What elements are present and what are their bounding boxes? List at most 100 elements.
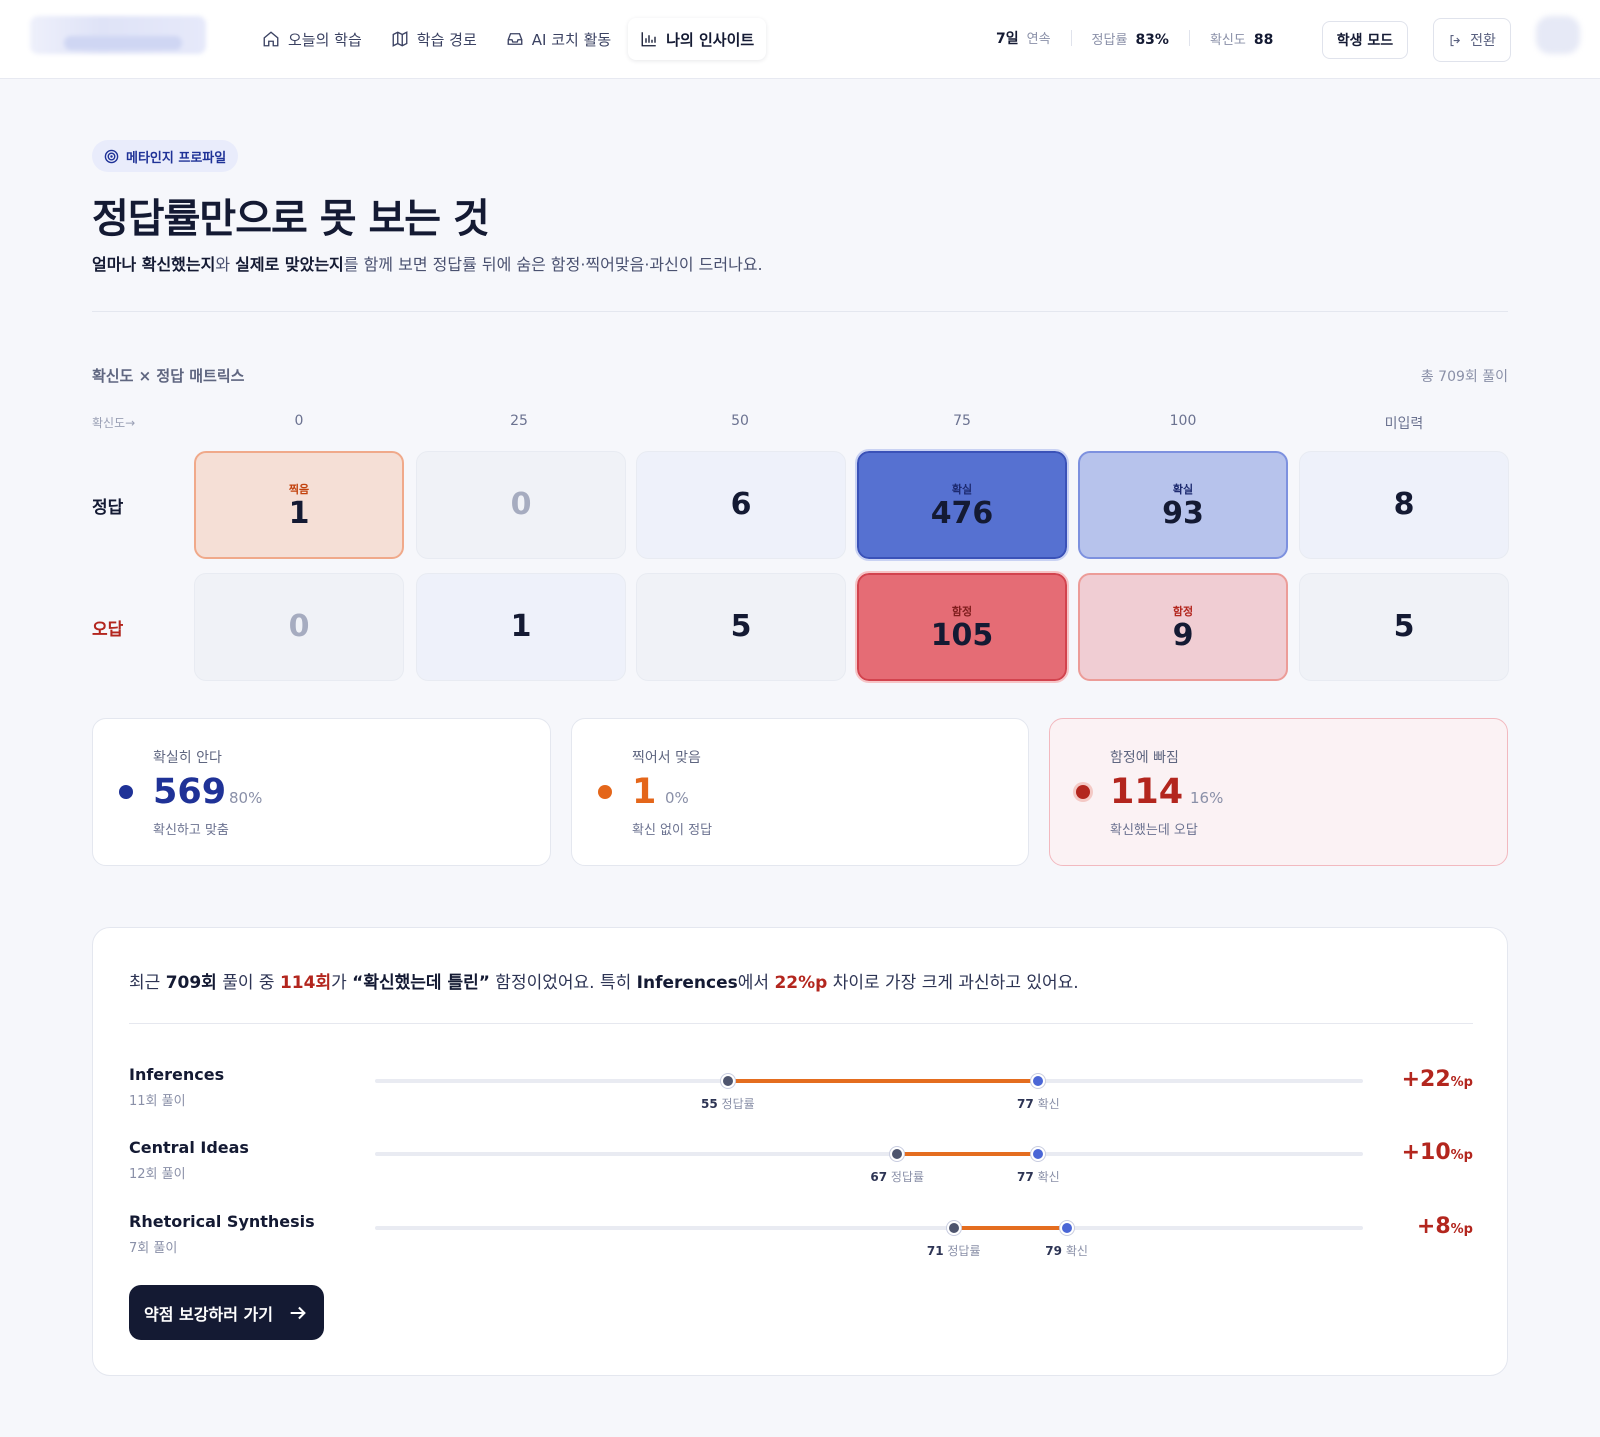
confidence-point (1031, 1147, 1046, 1161)
section-chip: 메타인지 프로파일 (92, 140, 239, 172)
switch-button[interactable]: 전환 (1433, 18, 1511, 62)
matrix-cell[interactable]: 0 (416, 451, 626, 559)
confidence-point-label: 79 확신 (1045, 1242, 1088, 1259)
confidence-value: 77 (1017, 1097, 1034, 1111)
accuracy-point (946, 1221, 961, 1235)
nav-item-label: AI 코치 활동 (531, 30, 612, 49)
summary-description: 확신하고 맞춤 (153, 823, 229, 838)
nav-item-label: 나의 인사이트 (666, 30, 755, 49)
accuracy-point-label: 55 정답률 (701, 1095, 755, 1112)
matrix-cell[interactable]: 확실 476 (855, 449, 1069, 561)
accuracy-unit: 정답률 (721, 1097, 755, 1111)
range-track (375, 1226, 1363, 1230)
summary-card-confident-correct: 확실히 안다 569 80% 확신하고 맞춤 (92, 718, 551, 866)
student-mode-button[interactable]: 학생 모드 (1322, 21, 1408, 59)
lead-emphasis: 709회 (165, 973, 217, 993)
gap-unit: %p (1450, 1222, 1473, 1237)
domain-name: Inferences (129, 1065, 225, 1084)
insight-panel: 최근 709회 풀이 중 114회가 “확신했는데 틀린” 함정이었어요. 특히… (92, 927, 1508, 1376)
matrix-column-header: 25 (510, 413, 528, 429)
lead-emphasis: “확신했는데 틀린” (352, 973, 490, 993)
cell-tag: 함정 (1172, 605, 1194, 618)
matrix-cell[interactable]: 6 (636, 451, 846, 559)
inbox-icon (507, 33, 523, 45)
accuracy-label: 정답률 (1091, 32, 1128, 48)
nav-item-coach[interactable]: AI 코치 활동 (494, 18, 623, 60)
matrix-cell[interactable]: 1 (416, 573, 626, 681)
header-stats: 7일 연속 정답률 83% 확신도 88 (996, 28, 1273, 48)
page-title: 정답률만으로 못 보는 것 (92, 196, 490, 242)
summary-percent: 0% (665, 789, 689, 807)
domain-name: Central Ideas (129, 1138, 249, 1157)
divider (1188, 30, 1190, 46)
summary-value: 114 (1110, 772, 1184, 812)
range-track (375, 1152, 1363, 1156)
matrix-total: 총 709회 풀이 (1420, 369, 1508, 385)
matrix-cell[interactable]: 5 (636, 573, 846, 681)
gap-value: +8%p (1417, 1214, 1473, 1239)
lead-text: 최근 (129, 973, 166, 993)
cell-tag: 확실 (1172, 483, 1194, 496)
arrow-right-icon (290, 1306, 306, 1319)
cell-value: 9 (1172, 618, 1194, 653)
lead-text: 가 (331, 973, 353, 993)
nav-item-label: 학습 경로 (416, 30, 477, 49)
domain-row[interactable]: Inferences 11회 풀이 55 정답률 77 확신 +22%p (129, 1065, 1473, 1117)
accuracy-stat: 정답률 83% (1092, 29, 1169, 48)
accuracy-value: 83% (1135, 31, 1169, 48)
domain-count: 7회 풀이 (129, 1241, 178, 1256)
confidence-value: 88 (1253, 31, 1274, 48)
avatar[interactable] (1536, 16, 1580, 54)
target-icon (104, 149, 119, 163)
domain-row[interactable]: Central Ideas 12회 풀이 67 정답률 77 확신 +10%p (129, 1138, 1473, 1190)
matrix-column-header: 0 (294, 413, 304, 429)
matrix-cell[interactable]: 찍음 1 (194, 451, 404, 559)
summary-label: 찍어서 맞음 (632, 750, 701, 766)
matrix-cell[interactable]: 0 (194, 573, 404, 681)
matrix-cell[interactable]: 함정 105 (855, 571, 1069, 683)
matrix-cell[interactable]: 5 (1299, 573, 1509, 681)
cell-tag: 찍음 (288, 483, 310, 496)
gap-bar (897, 1152, 1039, 1156)
confidence-point-label: 77 확신 (1017, 1095, 1060, 1112)
cell-tag: 확실 (951, 483, 973, 496)
summary-description: 확신 없이 정답 (632, 823, 713, 838)
reinforce-weakness-button[interactable]: 약점 보강하러 가기 (129, 1285, 324, 1340)
domain-name: Rhetorical Synthesis (129, 1212, 315, 1231)
top-bar: 오늘의 학습 학습 경로 AI 코치 활동 나의 인사이트 7일 연속 정답률 … (0, 0, 1600, 79)
switch-button-label: 전환 (1470, 33, 1496, 49)
accuracy-point-label: 71 정답률 (927, 1242, 981, 1259)
divider (1070, 30, 1072, 46)
matrix-cell[interactable]: 함정 9 (1078, 573, 1288, 681)
domain-count: 11회 풀이 (129, 1094, 186, 1109)
status-dot (1076, 785, 1090, 799)
logo[interactable] (30, 16, 206, 54)
matrix-row-header-wrong: 오답 (92, 620, 124, 640)
summary-label: 확실히 안다 (153, 750, 222, 766)
nav-item-today[interactable]: 오늘의 학습 (250, 18, 374, 60)
confidence-value: 77 (1017, 1170, 1034, 1184)
matrix-cell[interactable]: 확실 93 (1078, 451, 1288, 559)
cell-value: 105 (930, 618, 994, 653)
confidence-unit: 확신 (1037, 1170, 1060, 1184)
page-subtitle: 얼마나 확신했는지와 실제로 맞았는지를 함께 보면 정답률 뒤에 숨은 함정·… (92, 251, 763, 275)
nav-item-insights[interactable]: 나의 인사이트 (628, 18, 767, 60)
matrix-column-header: 100 (1169, 413, 1197, 429)
cell-value: 5 (1393, 609, 1415, 644)
domain-row[interactable]: Rhetorical Synthesis 7회 풀이 71 정답률 79 확신 … (129, 1212, 1473, 1264)
summary-percent: 80% (229, 789, 263, 807)
nav-item-label: 오늘의 학습 (288, 30, 362, 49)
subtitle-emphasis: 얼마나 확신했는지 (92, 255, 216, 274)
accuracy-value: 67 (870, 1170, 888, 1184)
nav-item-path[interactable]: 학습 경로 (379, 18, 489, 60)
lead-highlight: 22%p (774, 973, 828, 993)
lead-highlight: 114회 (279, 973, 332, 993)
gap-bar (727, 1079, 1039, 1083)
matrix-cell[interactable]: 8 (1299, 451, 1509, 559)
cta-label: 약점 보강하러 가기 (144, 1304, 273, 1324)
confidence-value: 79 (1045, 1244, 1062, 1258)
gap-bar (953, 1226, 1067, 1230)
lead-emphasis: Inferences (636, 973, 738, 993)
cell-value: 0 (510, 487, 532, 522)
subtitle-text: 를 함께 보면 정답률 뒤에 숨은 함정·찍어맞음·과신이 드러나요. (343, 255, 763, 274)
